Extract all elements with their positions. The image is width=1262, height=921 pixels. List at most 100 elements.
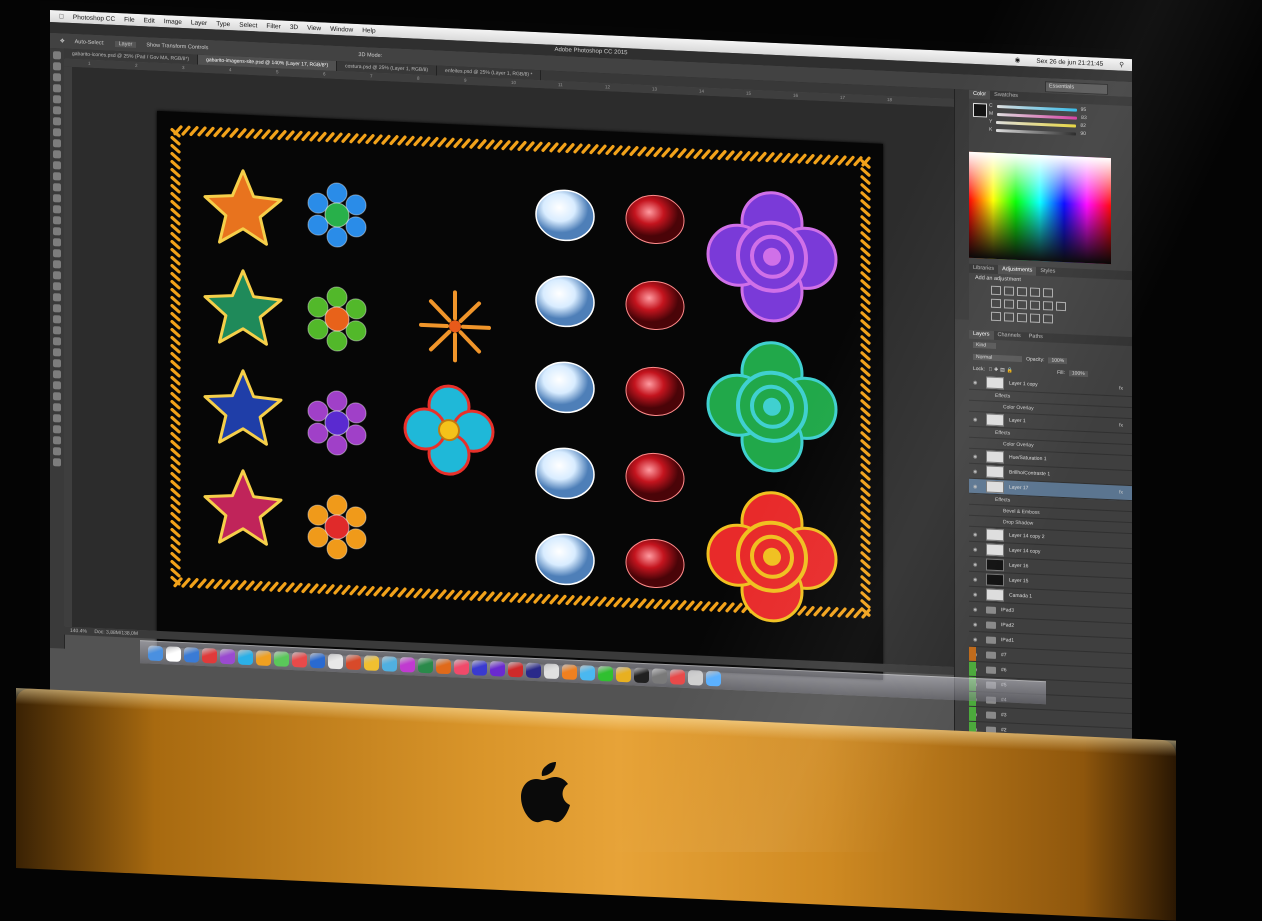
- kind-filter[interactable]: Kind: [973, 341, 997, 349]
- dock-app-icon[interactable]: [453, 659, 469, 676]
- dock-app-icon[interactable]: [147, 645, 163, 662]
- dock-app-icon[interactable]: [291, 651, 307, 668]
- dock-app-icon[interactable]: [687, 669, 703, 686]
- show-transform-checkbox[interactable]: Show Transform Controls: [146, 42, 208, 51]
- tool-icon[interactable]: [53, 227, 61, 236]
- tool-icon[interactable]: [53, 205, 61, 214]
- tool-icon[interactable]: [53, 249, 61, 258]
- lock-icons[interactable]: □✚▤🔒: [989, 367, 1015, 374]
- lookup-icon[interactable]: [1056, 301, 1066, 312]
- tool-icon[interactable]: [53, 293, 61, 302]
- tool-icon[interactable]: [53, 326, 61, 335]
- menu-edit[interactable]: Edit: [144, 17, 155, 25]
- levels-icon[interactable]: [1004, 286, 1014, 296]
- tool-icon[interactable]: [53, 447, 61, 456]
- dock-app-icon[interactable]: [399, 656, 415, 673]
- visibility-eye-icon[interactable]: ◉: [973, 636, 980, 642]
- tool-icon[interactable]: [53, 304, 61, 313]
- tool-icon[interactable]: [53, 51, 61, 60]
- tool-icon[interactable]: [53, 271, 61, 280]
- dock-app-icon[interactable]: [237, 649, 253, 666]
- tool-icon[interactable]: [53, 370, 61, 379]
- hue-icon[interactable]: [991, 298, 1001, 309]
- slider-value[interactable]: 90: [1080, 131, 1086, 137]
- tool-icon[interactable]: [53, 84, 61, 93]
- tool-icon[interactable]: [53, 106, 61, 115]
- dock-app-icon[interactable]: [615, 666, 631, 683]
- tool-icon[interactable]: [53, 62, 61, 71]
- dock-app-icon[interactable]: [507, 661, 523, 678]
- bw-icon[interactable]: [1017, 299, 1027, 310]
- menu-view[interactable]: View: [307, 24, 321, 32]
- tool-icon[interactable]: [53, 337, 61, 346]
- dock-app-icon[interactable]: [381, 656, 397, 672]
- visibility-eye-icon[interactable]: ◉: [973, 416, 980, 422]
- menu-help[interactable]: Help: [362, 27, 375, 35]
- dock-app-icon[interactable]: [201, 647, 217, 664]
- vibrance-icon[interactable]: [1043, 288, 1053, 298]
- tool-icon[interactable]: [53, 282, 61, 291]
- dock-app-icon[interactable]: [525, 662, 541, 679]
- brightness-icon[interactable]: [991, 285, 1001, 296]
- menu-image[interactable]: Image: [164, 18, 182, 26]
- tool-icon[interactable]: [53, 95, 61, 104]
- tab-layers[interactable]: Layers: [969, 329, 994, 340]
- dock-app-icon[interactable]: [219, 648, 235, 665]
- dock-app-icon[interactable]: [543, 663, 559, 680]
- tool-icon[interactable]: [53, 425, 61, 434]
- menu-window[interactable]: Window: [330, 25, 353, 33]
- photo-filter-icon[interactable]: [1030, 300, 1040, 310]
- dock-app-icon[interactable]: [183, 647, 199, 663]
- dock-app-icon[interactable]: [651, 668, 667, 684]
- slider-value[interactable]: 82: [1080, 123, 1086, 129]
- tool-icon[interactable]: [53, 392, 61, 401]
- fill-field[interactable]: 100%: [1068, 370, 1088, 378]
- tool-icon[interactable]: [53, 436, 61, 445]
- channel-mixer-icon[interactable]: [1043, 301, 1053, 311]
- tool-icon[interactable]: [53, 216, 61, 225]
- color-spectrum[interactable]: [969, 151, 1111, 265]
- tab-adjustments[interactable]: Adjustments: [998, 265, 1037, 276]
- tool-icon[interactable]: [53, 414, 61, 423]
- clock[interactable]: Sex 26 de jun 21:21:45: [1036, 57, 1103, 67]
- fx-icon[interactable]: fx: [1119, 386, 1123, 392]
- tool-icon[interactable]: [53, 139, 61, 148]
- wifi-icon[interactable]: ◉: [1015, 56, 1021, 64]
- dock-app-icon[interactable]: [633, 667, 649, 684]
- tool-icon[interactable]: [53, 381, 61, 390]
- menu-3d[interactable]: 3D: [290, 23, 298, 30]
- visibility-eye-icon[interactable]: ◉: [973, 546, 980, 552]
- dock-app-icon[interactable]: [345, 654, 361, 671]
- opacity-field[interactable]: 100%: [1048, 357, 1068, 365]
- dock-app-icon[interactable]: [579, 665, 595, 681]
- curves-icon[interactable]: [1017, 286, 1027, 297]
- dock-app-icon[interactable]: [435, 658, 451, 675]
- tool-icon[interactable]: [53, 315, 61, 324]
- tool-icon[interactable]: [53, 359, 61, 368]
- selective-color-icon[interactable]: [1030, 313, 1040, 323]
- tool-icon[interactable]: [53, 73, 61, 82]
- dock-app-icon[interactable]: [363, 655, 379, 671]
- dock-app-icon[interactable]: [309, 652, 325, 669]
- visibility-eye-icon[interactable]: ◉: [973, 379, 980, 385]
- tool-icon[interactable]: [53, 172, 61, 181]
- menu-filter[interactable]: Filter: [266, 22, 280, 30]
- visibility-eye-icon[interactable]: ◉: [973, 591, 980, 597]
- tool-icon[interactable]: [53, 161, 61, 170]
- visibility-eye-icon[interactable]: ◉: [973, 468, 980, 474]
- dock-app-icon[interactable]: [165, 646, 181, 662]
- color-balance-icon[interactable]: [1004, 299, 1014, 309]
- tab-paths[interactable]: Paths: [1025, 332, 1047, 342]
- menu-select[interactable]: Select: [239, 21, 257, 29]
- menu-app[interactable]: Photoshop CC: [73, 14, 115, 23]
- menu-type[interactable]: Type: [216, 20, 230, 28]
- tool-icon[interactable]: [53, 458, 61, 467]
- tool-icon[interactable]: [53, 238, 61, 247]
- dock-app-icon[interactable]: [273, 651, 289, 667]
- document-canvas[interactable]: [157, 110, 883, 680]
- dock-app-icon[interactable]: [669, 669, 685, 685]
- tab-channels[interactable]: Channels: [994, 331, 1025, 341]
- visibility-eye-icon[interactable]: ◉: [973, 561, 980, 567]
- apple-menu-icon[interactable]: : [59, 13, 64, 20]
- slider-value[interactable]: 83: [1081, 115, 1087, 121]
